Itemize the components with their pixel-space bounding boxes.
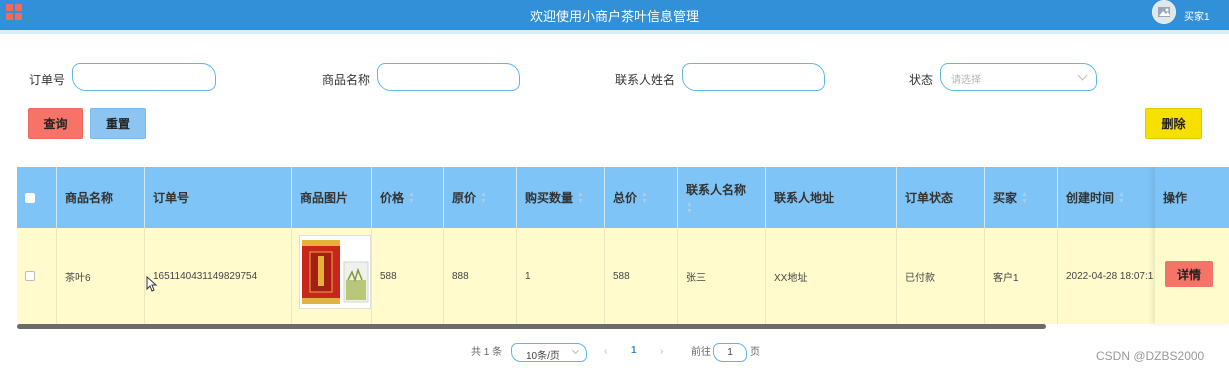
horizontal-scrollbar[interactable] xyxy=(17,324,1046,329)
col-contact-address: 联系人地址 xyxy=(766,167,897,228)
col-quantity-label: 购买数量 xyxy=(525,191,574,205)
operation-column: 操作 详情 xyxy=(1155,167,1229,324)
cell-original-price: 888 xyxy=(444,228,517,324)
col-order-no: 订单号 xyxy=(145,167,292,228)
col-total-label: 总价 xyxy=(613,191,638,205)
sort-icon: ▲ ▼ xyxy=(641,190,648,205)
goto-page-input[interactable]: 1 xyxy=(713,343,747,362)
col-product-name: 商品名称 xyxy=(57,167,145,228)
prev-page-icon[interactable]: ‹ xyxy=(604,346,607,357)
cell-created-at: 2022-04-28 18:07:1 xyxy=(1058,228,1158,324)
col-product-image: 商品图片 xyxy=(292,167,372,228)
col-price-label: 价格 xyxy=(380,191,405,205)
col-price[interactable]: 价格 ▲ ▼ xyxy=(372,167,444,228)
user-name[interactable]: 买家1 xyxy=(1184,8,1210,23)
sort-icon: ▲ ▼ xyxy=(1021,190,1028,205)
cell-quantity: 1 xyxy=(517,228,605,324)
sort-icon: ▲ ▼ xyxy=(480,190,487,205)
sort-icon: ▲ ▼ xyxy=(577,190,584,205)
next-page-icon[interactable]: › xyxy=(660,346,663,357)
status-placeholder: 请选择 xyxy=(951,75,981,86)
page-size-select[interactable]: 10条/页 xyxy=(511,343,587,362)
select-all-checkbox[interactable] xyxy=(25,192,35,203)
col-quantity[interactable]: 购买数量 ▲ ▼ xyxy=(517,167,605,228)
col-total[interactable]: 总价 ▲ ▼ xyxy=(605,167,678,228)
order-no-input[interactable] xyxy=(72,63,216,91)
goto-label: 前往 xyxy=(691,347,711,358)
tea-product-image[interactable] xyxy=(299,235,371,309)
orders-table: 商品名称 订单号 商品图片 价格 ▲ ▼ 原价 ▲ ▼ 购买数量 ▲ ▼ 总价 ▲ ▼ 联系人名… xyxy=(17,167,1229,329)
row-checkbox[interactable] xyxy=(25,271,35,281)
product-name-input[interactable] xyxy=(377,63,520,91)
table-row[interactable]: 茶叶6 1651140431149829754 588 888 1 588 张三… xyxy=(17,228,1229,324)
user-avatar-icon[interactable] xyxy=(1152,0,1176,24)
current-page[interactable]: 1 xyxy=(631,345,637,356)
watermark: CSDN @DZBS2000 xyxy=(1096,349,1205,363)
sort-icon: ▲ ▼ xyxy=(1118,190,1125,205)
col-created-at-label: 创建时间 xyxy=(1066,191,1115,205)
page-unit-label: 页 xyxy=(750,347,760,358)
order-no-label: 订单号 xyxy=(29,73,66,87)
col-contact-name-label: 联系人名称 xyxy=(686,182,747,197)
col-buyer-label: 买家 xyxy=(993,191,1018,205)
col-operation: 操作 xyxy=(1155,167,1229,228)
product-name-label: 商品名称 xyxy=(322,73,371,87)
col-created-at[interactable]: 创建时间 ▲ ▼ xyxy=(1058,167,1158,228)
select-all-cell xyxy=(17,167,57,228)
col-original-price[interactable]: 原价 ▲ ▼ xyxy=(444,167,517,228)
status-select[interactable]: 请选择 xyxy=(940,63,1097,91)
col-buyer[interactable]: 买家 ▲ ▼ xyxy=(985,167,1058,228)
contact-name-label: 联系人姓名 xyxy=(615,73,676,87)
app-title: 欢迎使用小商户茶叶信息管理 xyxy=(529,9,699,24)
contact-name-input[interactable] xyxy=(682,63,825,91)
detail-button[interactable]: 详情 xyxy=(1165,261,1213,287)
cell-order-status: 已付款 xyxy=(897,228,985,324)
cell-contact-address: XX地址 xyxy=(766,228,897,324)
sort-icon: ▲ ▼ xyxy=(408,190,415,205)
cell-contact-name: 张三 xyxy=(678,228,766,324)
reset-button[interactable]: 重置 xyxy=(90,108,146,139)
col-order-status: 订单状态 xyxy=(897,167,985,228)
table-header: 商品名称 订单号 商品图片 价格 ▲ ▼ 原价 ▲ ▼ 购买数量 ▲ ▼ 总价 ▲ ▼ 联系人名… xyxy=(17,167,1229,228)
cell-total: 588 xyxy=(605,228,678,324)
chevron-down-icon xyxy=(571,346,580,355)
cell-order-no: 1651140431149829754 xyxy=(145,228,292,324)
col-contact-name[interactable]: 联系人名称 ▲ ▼ xyxy=(678,167,766,228)
cell-buyer: 客户1 xyxy=(985,228,1058,324)
cell-price: 588 xyxy=(372,228,444,324)
mouse-cursor-icon xyxy=(146,276,158,292)
row-select-cell xyxy=(17,228,57,324)
header-divider xyxy=(0,30,1229,34)
delete-button[interactable]: 删除 xyxy=(1145,108,1202,139)
cell-product-name: 茶叶6 xyxy=(57,228,145,324)
col-original-price-label: 原价 xyxy=(452,191,477,205)
status-label: 状态 xyxy=(909,73,934,87)
chevron-down-icon xyxy=(1077,70,1088,81)
sort-icon: ▲ ▼ xyxy=(686,200,693,215)
page-size-value: 10条/页 xyxy=(526,351,560,362)
pagination-total: 共 1 条 xyxy=(471,347,503,358)
query-button[interactable]: 查询 xyxy=(28,108,83,139)
top-bar: 欢迎使用小商户茶叶信息管理 买家1 xyxy=(0,0,1229,30)
